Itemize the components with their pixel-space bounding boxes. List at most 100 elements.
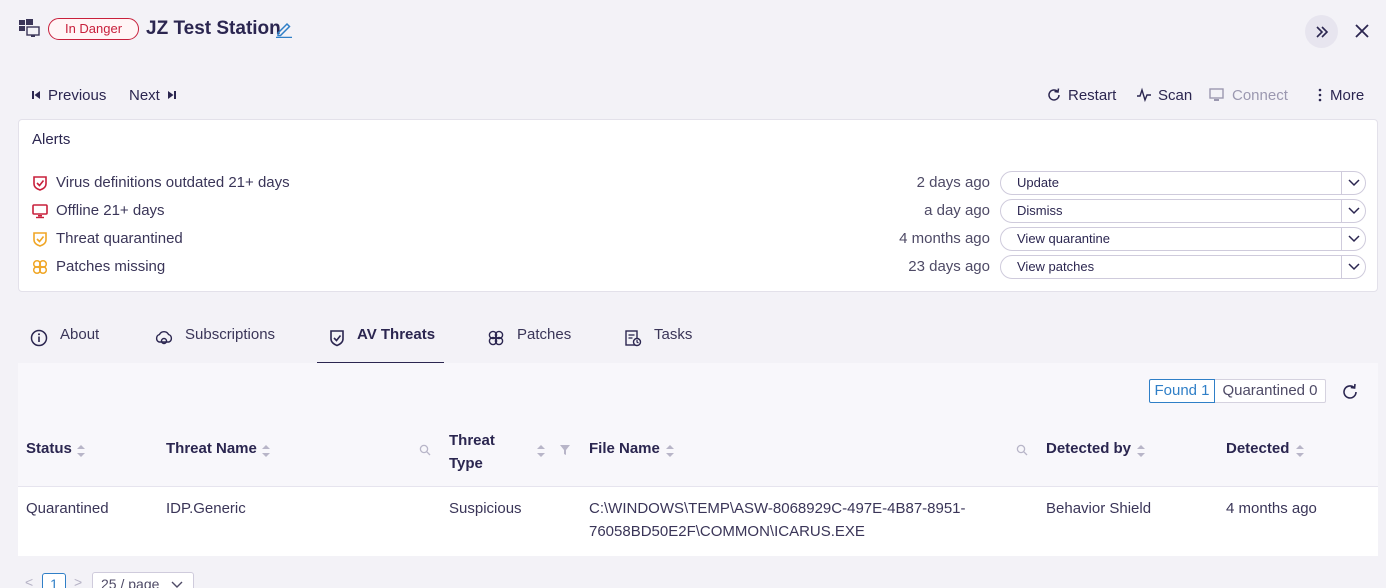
tab-patches[interactable]: Patches [487,326,582,364]
sort-icon[interactable] [1295,444,1305,458]
alert-action-label: View quarantine [1017,231,1110,246]
alert-label: Patches missing [56,258,166,275]
alert-action-label: View patches [1017,259,1095,274]
alert-action-select[interactable]: View quarantine [1000,227,1366,251]
pagination-page[interactable]: 1 [42,573,66,588]
alert-time: 23 days ago [908,258,990,275]
column-header-threat-type[interactable]: Threat Type [449,429,495,475]
alert-time: 4 months ago [899,230,990,247]
header-line: Threat [449,432,495,449]
skip-previous-icon [32,91,40,99]
tab-label: AV Threats [357,326,436,343]
column-header-status[interactable]: Status [26,440,72,457]
pagination-next[interactable]: > [74,574,82,588]
header-line: Type [449,455,483,472]
cell-detected: 4 months ago [1226,500,1317,517]
patch-icon [32,259,48,275]
file-path-line: C:\WINDOWS\TEMP\ASW-8068929C-497E-4B87-8… [589,500,966,517]
expand-panel-button[interactable] [1305,15,1338,48]
cell-threat-type: Suspicious [449,500,522,517]
connect-button[interactable]: Connect [1202,84,1288,106]
filter-icon[interactable] [559,444,571,456]
cell-file-name: C:\WINDOWS\TEMP\ASW-8068929C-497E-4B87-8… [589,497,966,543]
alert-label: Virus definitions outdated 21+ days [56,174,290,191]
subscriptions-icon [155,331,173,345]
edit-pencil-icon[interactable] [275,20,293,38]
chevron-down-icon[interactable] [1341,255,1365,279]
previous-button[interactable]: Previous [24,84,106,106]
skip-next-icon [167,91,176,99]
alert-time: 2 days ago [916,174,990,191]
alert-label: Threat quarantined [56,230,183,247]
connect-label: Connect [1232,86,1288,104]
tab-subscriptions[interactable]: Subscriptions [155,326,295,364]
shield-alert-icon [32,175,48,191]
chevron-down-icon[interactable] [1341,171,1365,195]
alert-row: Virus definitions outdated 21+ days 2 da… [19,171,1377,195]
refresh-icon[interactable] [1340,382,1360,402]
alert-action-select[interactable]: View patches [1000,255,1366,279]
column-header-detected-by[interactable]: Detected by [1046,440,1131,457]
alert-time: a day ago [924,202,990,219]
pagination-prev[interactable]: < [25,574,33,588]
previous-label: Previous [48,86,107,104]
chevron-down-icon [171,581,183,588]
alert-action-select[interactable]: Dismiss [1000,199,1366,223]
quarantined-filter-button[interactable]: Quarantined 0 [1215,379,1326,403]
chevron-down-icon[interactable] [1341,227,1365,251]
shield-check-icon [330,330,344,347]
tab-label: Tasks [654,326,693,343]
more-label: More [1330,86,1365,104]
next-label: Next [129,86,160,104]
close-icon [1355,24,1369,38]
scan-label: Scan [1158,86,1193,104]
tab-label: Subscriptions [185,326,276,343]
kebab-menu-icon [1318,88,1322,102]
found-filter-button[interactable]: Found 1 [1149,379,1215,403]
shield-check-icon [32,231,48,247]
remote-connect-icon [1209,88,1224,101]
windows-device-icon [18,18,40,38]
tab-tasks[interactable]: Tasks [624,326,704,364]
sort-icon[interactable] [536,444,546,458]
sort-icon[interactable] [1136,444,1146,458]
monitor-icon [32,203,48,219]
column-header-file-name[interactable]: File Name [589,440,660,457]
double-chevron-right-icon [1315,25,1328,38]
more-button[interactable]: More [1310,84,1364,106]
page-size-label: 25 / page [101,576,160,588]
alert-action-select[interactable]: Update [1000,171,1366,195]
chevron-down-icon[interactable] [1341,199,1365,223]
search-icon[interactable] [1016,444,1028,456]
page-size-select[interactable]: 25 / page [92,572,194,588]
sort-icon[interactable] [261,444,271,458]
pulse-scan-icon [1137,87,1151,103]
tab-label: About [60,326,100,343]
close-button[interactable] [1352,21,1372,41]
cell-detected-by: Behavior Shield [1046,500,1152,517]
alert-row: Patches missing 23 days ago View patches [19,255,1377,279]
search-icon[interactable] [419,444,431,456]
column-header-threat-name[interactable]: Threat Name [166,440,257,457]
next-button[interactable]: Next [129,84,184,106]
alert-action-label: Update [1017,175,1059,190]
alerts-panel: Alerts Virus definitions outdated 21+ da… [18,119,1378,292]
cell-threat-name: IDP.Generic [166,500,246,517]
alert-row: Threat quarantined 4 months ago View qua… [19,227,1377,251]
patch-icon [488,330,504,346]
column-header-detected[interactable]: Detected [1226,440,1289,457]
alerts-title: Alerts [32,131,71,148]
tab-about[interactable]: About [30,326,120,364]
sort-icon[interactable] [76,444,86,458]
alert-label: Offline 21+ days [56,202,165,219]
tab-av-threats[interactable]: AV Threats [317,326,444,364]
restart-label: Restart [1068,86,1117,104]
status-badge: In Danger [48,18,139,40]
scan-button[interactable]: Scan [1130,84,1192,106]
restart-button[interactable]: Restart [1040,84,1116,106]
cell-status: Quarantined [26,500,109,517]
sort-icon[interactable] [665,444,675,458]
device-title: JZ Test Station [146,18,281,39]
info-icon [30,329,48,347]
alert-action-label: Dismiss [1017,203,1063,218]
